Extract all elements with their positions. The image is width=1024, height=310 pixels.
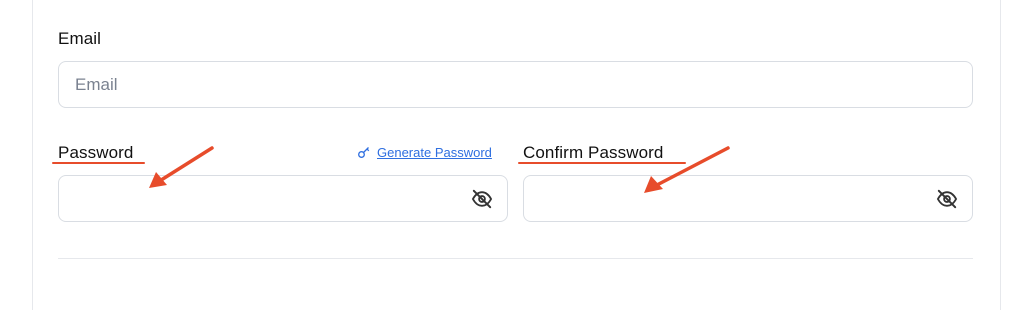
generate-password-label: Generate Password bbox=[377, 144, 492, 160]
annotation-arrow-confirm bbox=[644, 146, 730, 193]
annotation-underline-password bbox=[52, 162, 145, 164]
confirm-password-field[interactable] bbox=[523, 175, 973, 222]
eye-off-icon[interactable] bbox=[936, 189, 958, 209]
divider bbox=[58, 258, 973, 259]
email-label: Email bbox=[58, 29, 102, 48]
annotation-arrow-password bbox=[149, 146, 214, 188]
password-label: Password bbox=[58, 143, 134, 162]
generate-password-link[interactable]: Generate Password bbox=[357, 143, 492, 161]
email-input[interactable] bbox=[59, 62, 972, 107]
password-input[interactable] bbox=[59, 176, 507, 221]
email-field[interactable] bbox=[58, 61, 973, 108]
key-icon bbox=[358, 147, 370, 158]
eye-off-icon[interactable] bbox=[471, 189, 493, 209]
password-field[interactable] bbox=[58, 175, 508, 222]
confirm-password-input[interactable] bbox=[524, 176, 972, 221]
